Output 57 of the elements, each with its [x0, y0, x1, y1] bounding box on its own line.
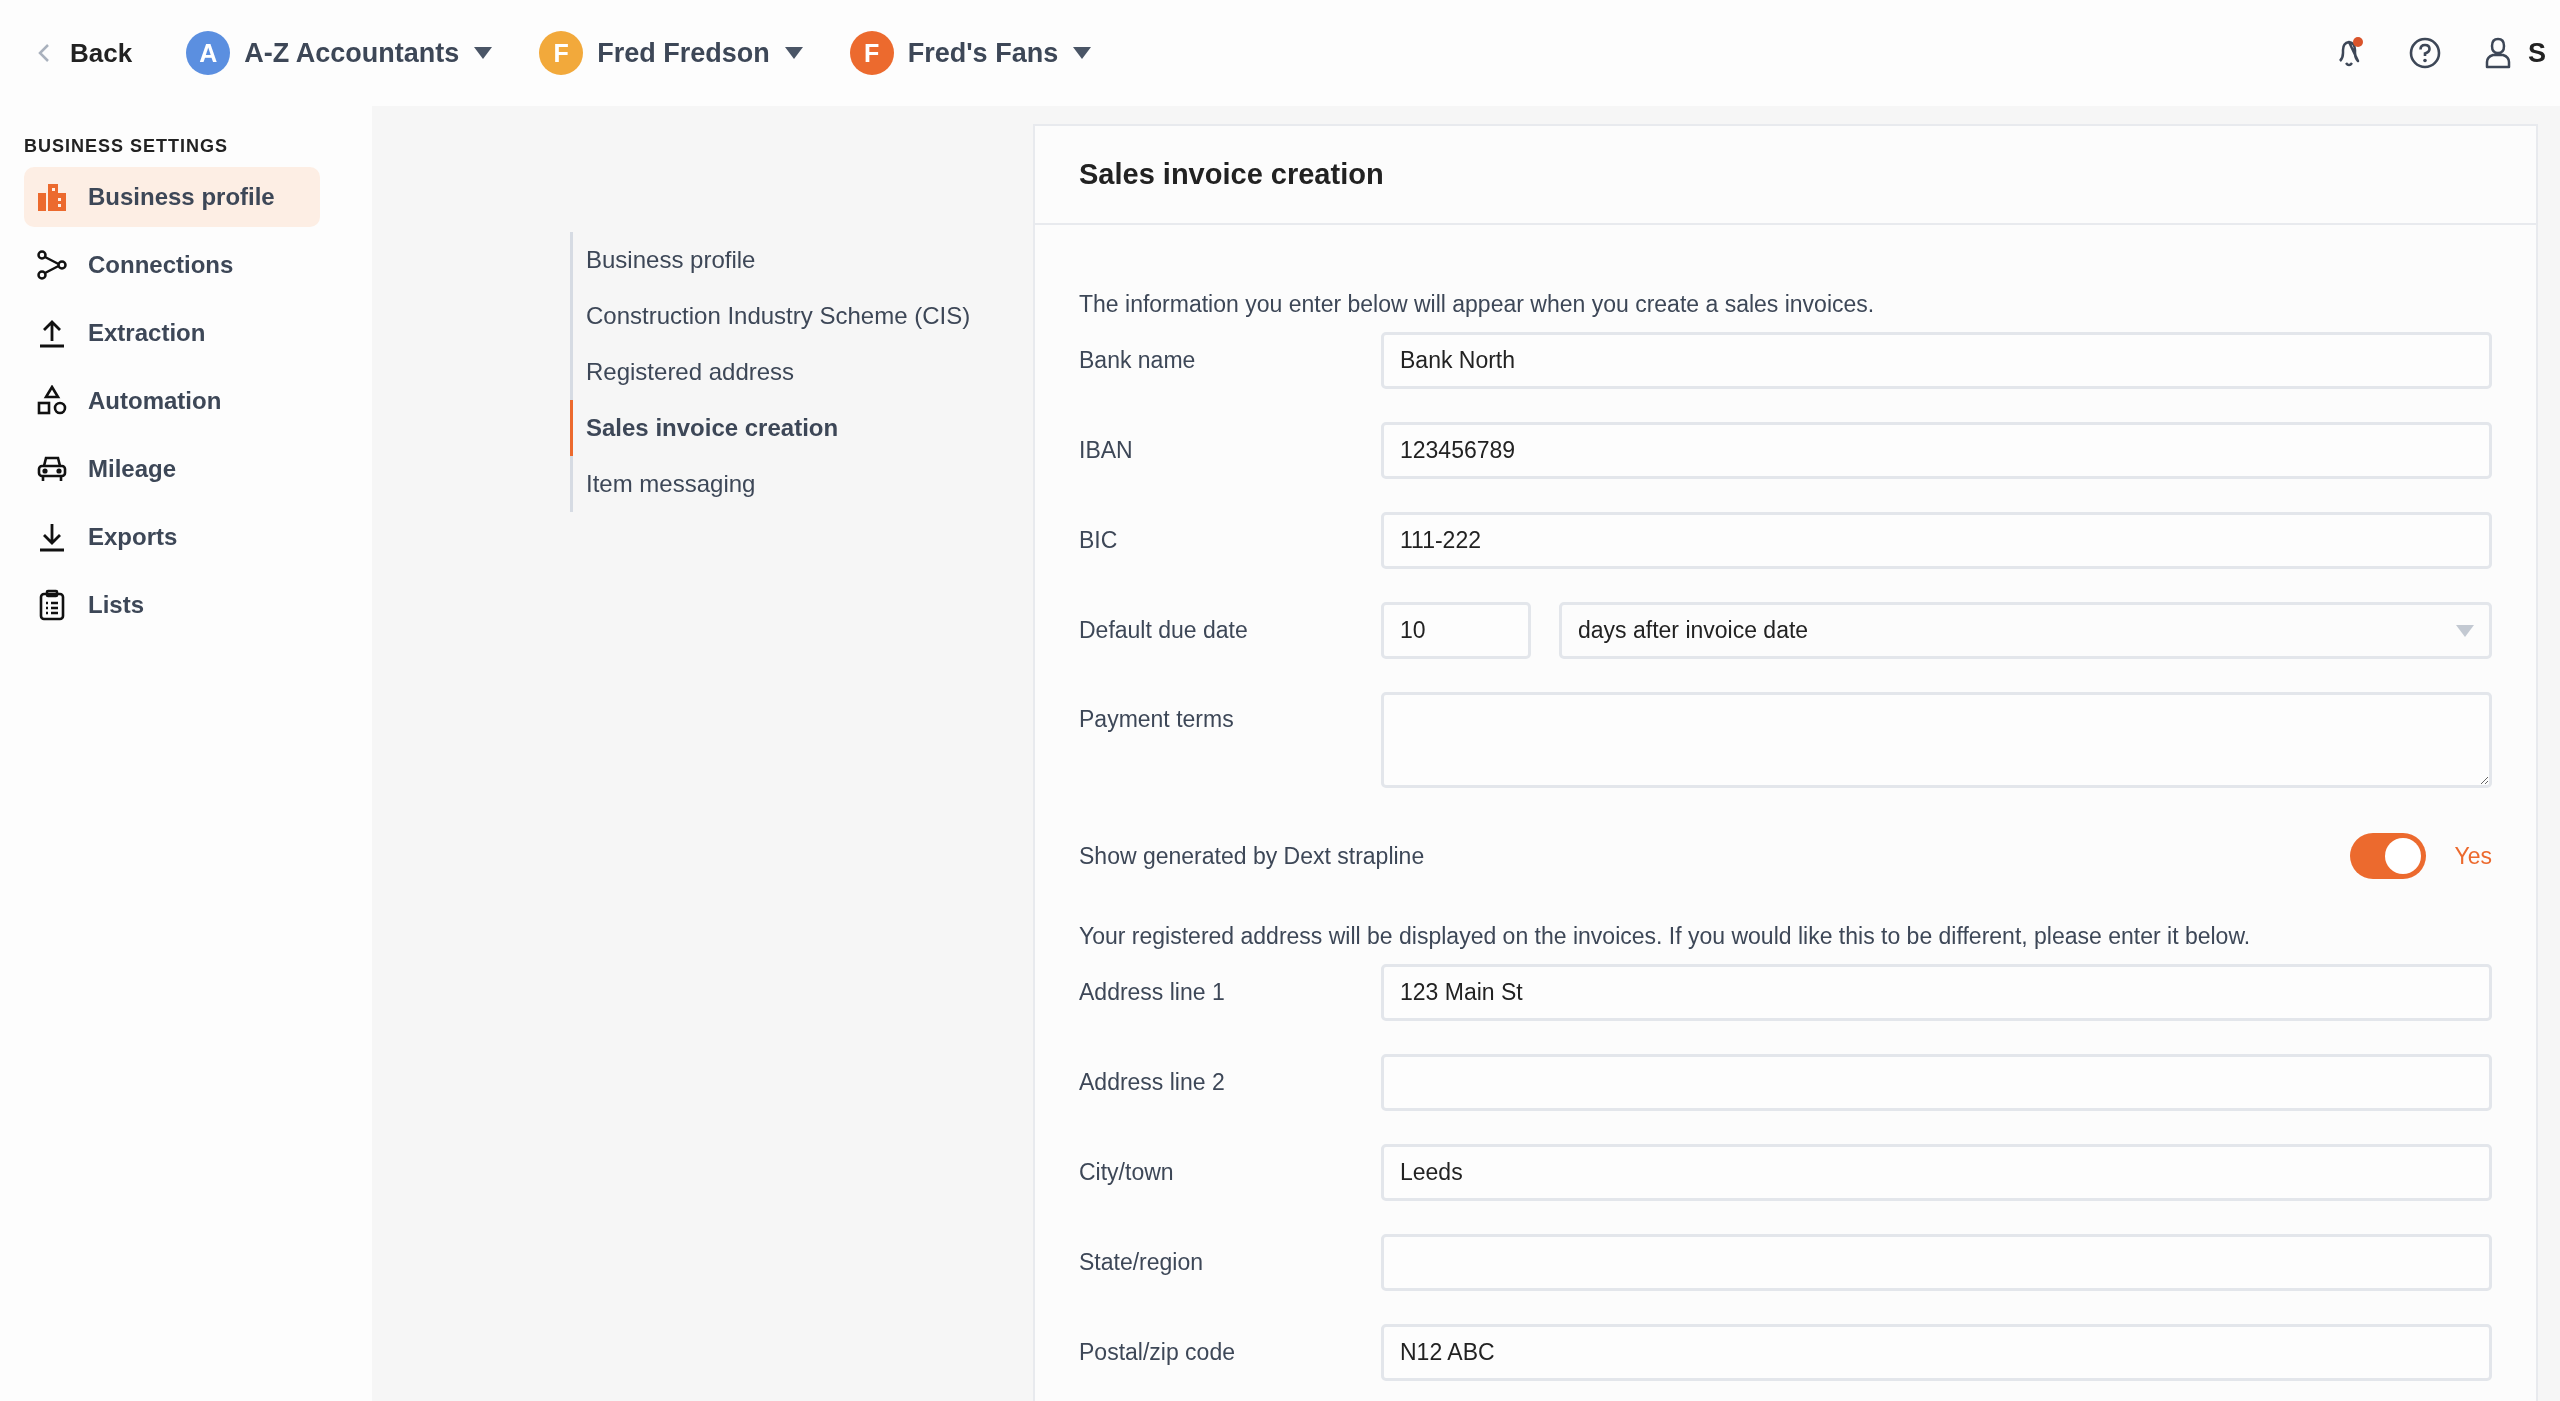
sidebar-item[interactable]: Lists — [24, 575, 320, 635]
section-link[interactable]: Business profile — [570, 232, 1033, 288]
sidebar-item[interactable]: Business profile — [24, 167, 320, 227]
input-field[interactable]: 123456789 — [1381, 422, 2492, 479]
sidebar-item[interactable]: Connections — [24, 235, 320, 295]
info-text: The information you enter below will appear when you create a sales invoices. — [1079, 291, 1876, 318]
caret-icon — [1072, 46, 1093, 60]
panel-title: Sales invoice creation — [1035, 126, 2536, 225]
field-label: Show generated by Dext strapline — [1079, 842, 1426, 870]
toggle-switch[interactable] — [2350, 833, 2427, 879]
field-label: Postal/zip code — [1079, 1339, 1236, 1366]
input-field[interactable]: 123 Main St — [1381, 964, 2492, 1021]
caret-icon — [2455, 623, 2475, 638]
account-switcher[interactable]: A A-Z Accountants — [186, 27, 494, 79]
sidebar-item[interactable]: Automation — [24, 371, 320, 431]
section-link[interactable]: Registered address — [570, 344, 1033, 400]
section-link[interactable]: Item messaging — [570, 456, 1033, 512]
building-icon — [36, 181, 68, 213]
sidebar-heading: BUSINESS SETTINGS — [24, 136, 230, 157]
sidebar-item[interactable]: Exports — [24, 507, 320, 567]
field-label: Address line 1 — [1079, 979, 1226, 1006]
sidebar-item[interactable]: Extraction — [24, 303, 320, 363]
input-field[interactable]: 111-222 — [1381, 512, 2492, 569]
help-icon — [2408, 36, 2442, 70]
field-label: City/town — [1079, 1159, 1175, 1186]
field-label: Address line 2 — [1079, 1069, 1226, 1096]
input-field[interactable] — [1381, 1054, 2492, 1111]
toggle-state: Yes — [2454, 842, 2492, 870]
dropdown[interactable]: days after invoice date — [1559, 602, 2492, 659]
avatar: A — [186, 31, 231, 75]
input-field[interactable]: N12 ABC — [1381, 1324, 2492, 1381]
input-field[interactable]: Bank North — [1381, 332, 2492, 389]
help-button[interactable] — [2408, 36, 2442, 70]
share-icon — [36, 249, 68, 281]
input-field[interactable] — [1381, 1234, 2492, 1291]
caret-icon — [473, 46, 494, 60]
chevron-left-icon — [38, 43, 50, 63]
avatar: F — [539, 31, 584, 75]
field-label: Default due date — [1079, 617, 1249, 644]
account-switcher[interactable]: F Fred's Fans — [849, 27, 1093, 79]
avatar: F — [849, 31, 894, 75]
user-menu-button[interactable]: S — [2484, 36, 2546, 70]
caret-icon — [783, 46, 804, 60]
section-link[interactable]: Construction Industry Scheme (CIS) — [570, 288, 1033, 344]
field-label: State/region — [1079, 1249, 1205, 1276]
field-label: Payment terms — [1079, 705, 1235, 733]
back-button[interactable]: Back — [38, 29, 133, 77]
shapes-icon — [36, 385, 68, 417]
field-label: Bank name — [1079, 347, 1197, 374]
field-label: IBAN — [1079, 437, 1134, 464]
sidebar-item[interactable]: Mileage — [24, 439, 320, 499]
input-field[interactable]: Leeds — [1381, 1144, 2492, 1201]
field-label: BIC — [1079, 527, 1119, 554]
account-switcher[interactable]: F Fred Fredson — [539, 27, 804, 79]
number-field[interactable]: 10 — [1381, 602, 1531, 659]
info-text: Your registered address will be displayed on the invoices. If you would like this to be different, please enter it below. — [1079, 923, 2252, 950]
user-icon — [2484, 36, 2512, 70]
